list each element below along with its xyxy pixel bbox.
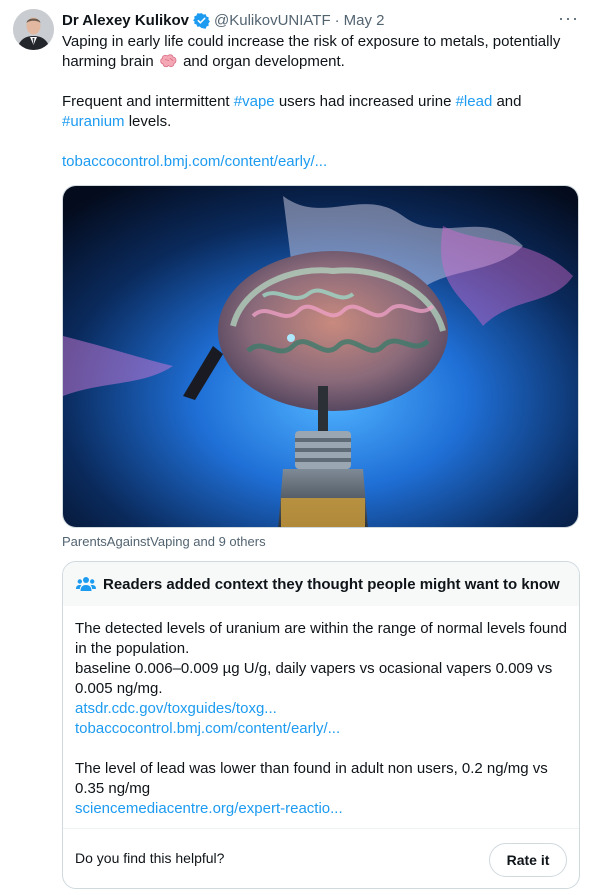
tweet-text: Vaping in early life could increase the … — [62, 32, 582, 172]
note-link-sciencemediacentre[interactable]: sciencemediacentre.org/expert-reactio... — [75, 800, 343, 817]
helpful-question: Do you find this helpful? — [75, 850, 225, 866]
author-name[interactable]: Dr Alexey Kulikov — [62, 12, 189, 29]
author-avatar[interactable] — [13, 9, 54, 50]
community-note-header: Readers added context they thought peopl… — [63, 562, 579, 606]
hashtag-lead[interactable]: #lead — [456, 93, 493, 110]
brain-emoji-icon — [160, 54, 177, 68]
community-note: Readers added context they thought peopl… — [62, 561, 580, 889]
tweet-date[interactable]: May 2 — [344, 12, 385, 29]
people-icon — [76, 576, 96, 592]
hashtag-uranium[interactable]: #uranium — [62, 113, 125, 130]
tweet-image[interactable] — [62, 185, 579, 528]
tweet-text-part: and organ development. — [183, 53, 345, 70]
more-options-icon[interactable]: ··· — [558, 8, 579, 28]
community-note-title: Readers added context they thought peopl… — [103, 575, 560, 593]
tweet-header: Dr Alexey Kulikov @KulikovUNIATF · May 2 — [62, 10, 385, 30]
tweet-paragraph-2: Frequent and intermittent #vape users ha… — [62, 92, 582, 132]
rate-it-button[interactable]: Rate it — [489, 843, 567, 877]
note-paragraph-lead: The level of lead was lower than found i… — [75, 760, 548, 797]
author-handle[interactable]: @KulikovUNIATF — [214, 12, 331, 29]
verified-badge-icon — [193, 12, 210, 29]
note-paragraph-baseline: baseline 0.006–0.009 µg U/g, daily vaper… — [75, 660, 553, 697]
note-paragraph-uranium: The detected levels of uranium are withi… — [75, 620, 567, 657]
tweet-text-part: Frequent and intermittent — [62, 93, 230, 110]
community-note-body: The detected levels of uranium are withi… — [75, 619, 569, 819]
note-link-atsdr[interactable]: atsdr.cdc.gov/toxguides/toxg... — [75, 700, 277, 717]
tweet-link[interactable]: tobaccocontrol.bmj.com/content/early/... — [62, 153, 327, 170]
tweet-text-part: users had increased urine — [278, 93, 452, 110]
tweet-paragraph-1: Vaping in early life could increase the … — [62, 32, 582, 72]
note-divider — [63, 828, 579, 829]
liked-by-text[interactable]: ParentsAgainstVaping and 9 others — [62, 534, 266, 549]
header-separator: · — [334, 11, 340, 29]
tweet-text-part: and — [496, 93, 522, 110]
tweet-text-part: levels. — [128, 113, 172, 130]
hashtag-vape[interactable]: #vape — [234, 93, 275, 110]
note-link-tobaccocontrol[interactable]: tobaccocontrol.bmj.com/content/early/... — [75, 720, 340, 737]
